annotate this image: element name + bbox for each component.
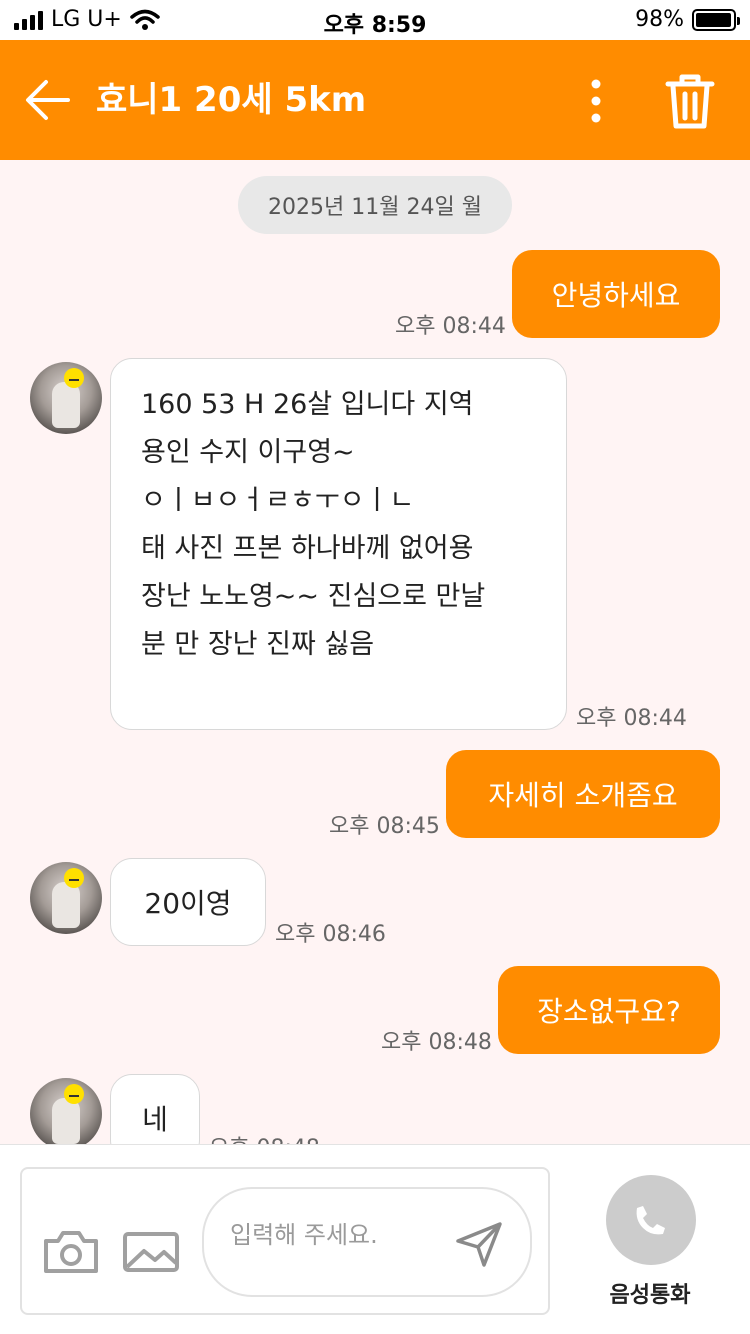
voice-call-button[interactable] [606,1175,696,1265]
message-text: 네 [142,1103,168,1136]
chat-header: 효니1 20세 5km [0,40,750,160]
message-time: 오후 08:46 [275,922,386,947]
message-field [202,1187,532,1297]
message-time: 오후 08:44 [395,314,506,339]
trash-icon[interactable] [664,72,716,130]
incoming-message[interactable]: 20이영 [110,858,266,946]
message-text: 장소없구요? [537,995,681,1028]
message-text: 160 53 H 26살 입니다 지역 용인 수지 이구영~ ㅇㅣㅂㅇㅓㄹㅎㅜㅇ… [141,389,486,660]
message-time: 오후 08:44 [576,706,687,731]
composer [20,1167,550,1315]
message-text: 안녕하세요 [551,279,681,312]
send-icon[interactable] [454,1219,504,1269]
voice-call-label: 음성통화 [609,1283,691,1308]
avatar[interactable] [30,862,102,934]
message-time: 오후 08:45 [329,814,440,839]
battery-fill [696,12,732,27]
avatar[interactable] [30,1078,102,1144]
date-divider: 2025년 11월 24일 월 [238,176,512,234]
incoming-message[interactable]: 160 53 H 26살 입니다 지역 용인 수지 이구영~ ㅇㅣㅂㅇㅓㄹㅎㅜㅇ… [110,358,567,730]
camera-icon[interactable] [42,1229,100,1275]
outgoing-message[interactable]: 자세히 소개좀요 [446,750,720,838]
chat-area[interactable]: 2025년 11월 24일 월 안녕하세요 오후 08:44 160 53 H … [0,160,750,1144]
input-bar: 음성통화 [0,1144,750,1334]
emoji-sticker-icon [64,868,84,888]
gallery-icon[interactable] [122,1229,180,1275]
battery-percent: 98% [635,7,684,32]
message-input[interactable] [230,1215,450,1255]
status-bar: LG U+ 오후 8:59 98% [0,0,750,40]
message-text: 자세히 소개좀요 [488,779,678,812]
outgoing-message[interactable]: 안녕하세요 [512,250,720,338]
emoji-sticker-icon [64,368,84,388]
battery-icon [692,8,740,31]
incoming-message[interactable]: 네 [110,1074,200,1144]
back-arrow-icon[interactable] [24,78,72,122]
status-right: 98% [635,7,740,32]
message-time: 오후 08:48 [381,1030,492,1055]
message-text: 20이영 [144,887,232,920]
outgoing-message[interactable]: 장소없구요? [498,966,720,1054]
more-vertical-icon[interactable] [582,78,610,124]
avatar[interactable] [30,362,102,434]
emoji-sticker-icon [64,1084,84,1104]
chat-title: 효니1 20세 5km [96,80,367,120]
message-time: 오후 08:48 [209,1130,320,1144]
phone-icon [636,1206,665,1235]
